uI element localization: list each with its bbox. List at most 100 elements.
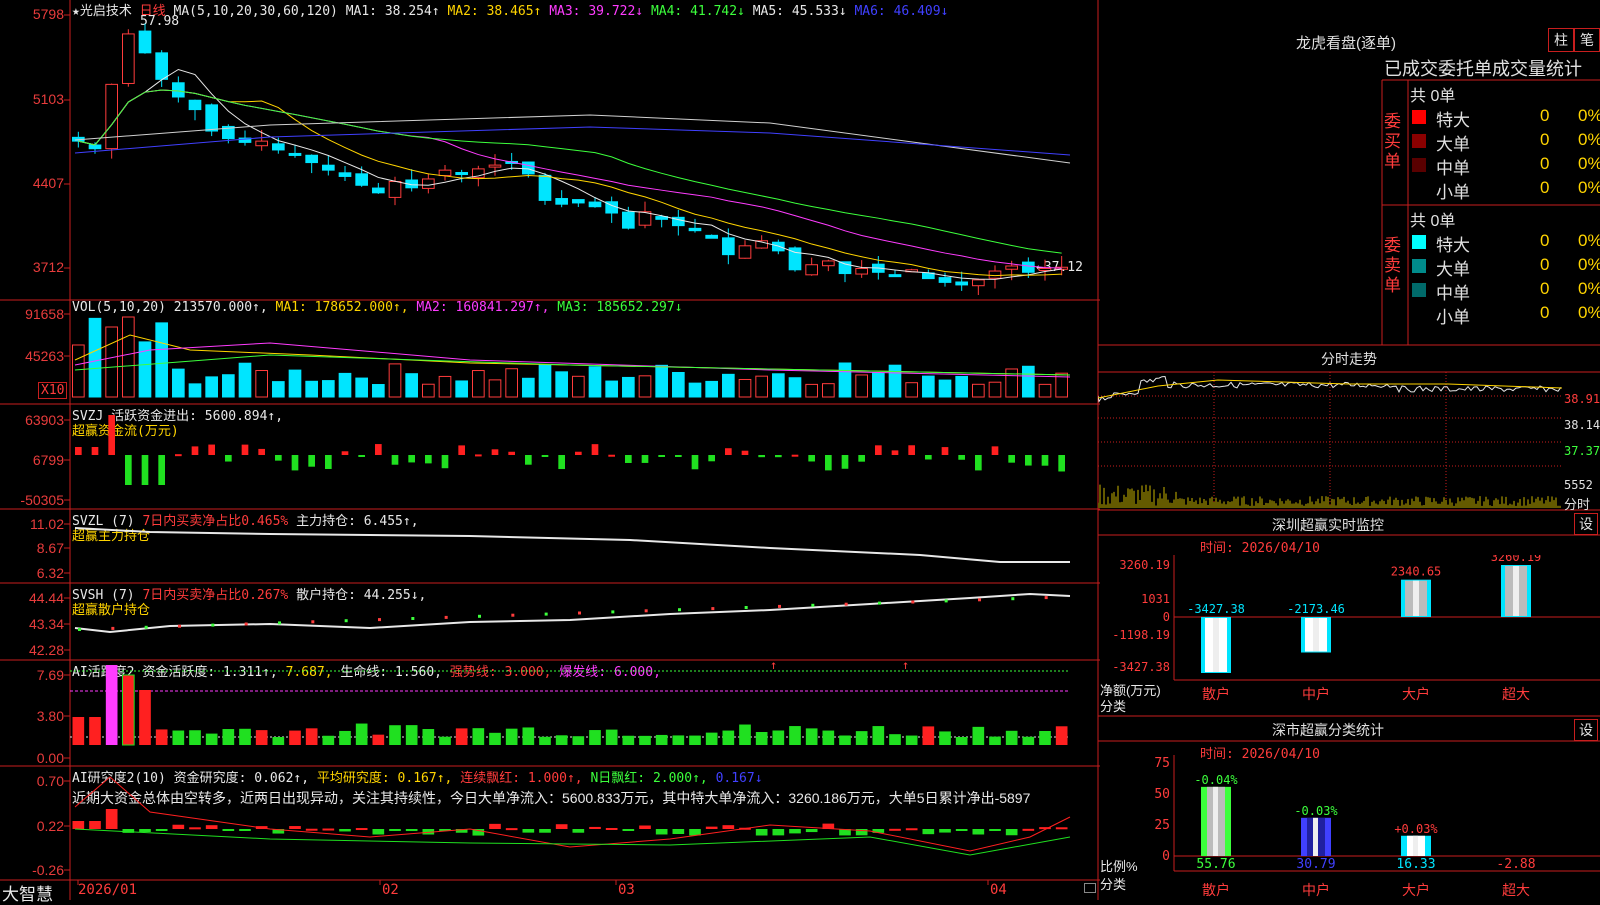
- retail-holding-dot: [478, 614, 481, 618]
- volume-bar: [888, 364, 902, 398]
- pen-mode-button[interactable]: 笔: [1574, 28, 1600, 52]
- activity-bar: [339, 730, 351, 745]
- activity-bar: [422, 729, 435, 745]
- candlestick-chart[interactable]: [70, 15, 1098, 295]
- buy-row-name: 小单: [1436, 183, 1470, 202]
- buy-row-name: 大单: [1436, 135, 1470, 154]
- volume-bar: [522, 377, 535, 398]
- retail-holding-dot: [378, 618, 381, 622]
- activity-bar: [922, 726, 935, 745]
- monitor-y-tick: 0: [1163, 610, 1170, 624]
- classify-category-label: 散户: [1202, 882, 1230, 899]
- volume-bar: [255, 370, 268, 398]
- activity-bar: [289, 730, 301, 745]
- volume-chart[interactable]: [70, 315, 1098, 400]
- candle-body: [288, 152, 302, 156]
- flow-bar: [808, 455, 815, 462]
- candle-body: [355, 173, 369, 186]
- flow-bar: [275, 455, 282, 461]
- flow-bar: [691, 455, 699, 470]
- activity-bar: [489, 732, 501, 745]
- volume-bar: [1005, 368, 1018, 398]
- retail-holding-dot: [844, 602, 848, 606]
- flow-bar: [591, 444, 599, 455]
- retail-holding-dot: [111, 626, 115, 630]
- classify-y-tick: 50: [1154, 787, 1170, 802]
- buy-row-name: 中单: [1436, 159, 1470, 178]
- research-bar: [772, 829, 785, 836]
- research-bar: [372, 829, 385, 835]
- classify-value-label: -2.88: [1496, 857, 1535, 872]
- buy-total: 共 0单: [1410, 88, 1456, 105]
- flow-bar: [825, 455, 832, 471]
- classify-bar-chart[interactable]: 75 50 25 0 -0.04% 55.76 散户 -0.03% 30.79 中户 +0.03% 1…: [1098, 755, 1600, 900]
- volume-bar: [655, 364, 668, 398]
- classify-value-label: 55.76: [1196, 857, 1235, 872]
- flow-bar: [791, 454, 799, 457]
- flow-bar: [75, 447, 82, 455]
- main-y-label-1: 5798: [32, 6, 64, 22]
- volume-bar: [405, 373, 419, 398]
- buy-row-pct: 0%: [1578, 154, 1600, 173]
- research-bar: [1022, 828, 1035, 831]
- monitor-settings-button[interactable]: 设: [1574, 513, 1598, 535]
- flow-bar: [608, 454, 615, 457]
- buy-row: 特大 0 0%: [1408, 106, 1600, 130]
- sell-row-pct: 0%: [1578, 255, 1600, 274]
- flow-bar: [425, 455, 432, 464]
- volume-bar: [105, 326, 118, 398]
- research-bar: [239, 829, 251, 831]
- classify-title: 深市超赢分类统计: [1272, 722, 1384, 738]
- research-bar: [605, 827, 618, 830]
- activity-bar: [122, 674, 135, 746]
- buy-row: 小单 0 0%: [1408, 178, 1600, 202]
- ai-research-chart[interactable]: [70, 767, 1098, 879]
- flow-bar: [1058, 455, 1065, 472]
- ai-activity-chart[interactable]: ↑ ↑: [70, 661, 1098, 765]
- lock-icon[interactable]: [1084, 883, 1096, 893]
- candle-body: [1038, 268, 1052, 272]
- research-green-line: [74, 828, 1071, 856]
- bar-mode-button[interactable]: 柱: [1548, 28, 1574, 52]
- activity-bar: [505, 728, 518, 745]
- volume-bar: [72, 344, 85, 398]
- research-bar: [705, 826, 718, 829]
- intraday-x-label: 分时: [1564, 497, 1591, 512]
- retail-holding-dot: [678, 608, 681, 612]
- main-holding-chart[interactable]: [70, 510, 1098, 582]
- flow-bar: [125, 455, 132, 485]
- flow-bar: [475, 454, 482, 457]
- activity-bar: [705, 732, 718, 745]
- vol-y-label-2: 45263: [25, 348, 64, 364]
- activity-bar: [372, 734, 385, 745]
- candle-body: [138, 30, 152, 54]
- classify-change-label: -0.04%: [1194, 773, 1238, 787]
- buy-row-count: 0: [1540, 178, 1550, 197]
- activity-bar: [439, 736, 451, 745]
- volume-bar: [738, 378, 752, 398]
- monitor-bar-chart[interactable]: 3260.19 1031 0 -1198.19 -3427.38 -3427.38 散户 -2…: [1098, 555, 1600, 715]
- monitor-value-label: 2340.65: [1391, 565, 1442, 579]
- sell-row: 大单 0 0%: [1408, 255, 1600, 279]
- classify-bar-highlight: [1213, 786, 1218, 856]
- intraday-chart[interactable]: [1098, 372, 1562, 509]
- sell-row-count: 0: [1540, 255, 1550, 274]
- flow-bar: [925, 455, 932, 460]
- candle-body: [172, 82, 185, 98]
- retail-holding-chart[interactable]: [70, 584, 1098, 659]
- x-axis-ticks: [77, 880, 989, 885]
- candle-body: [338, 172, 352, 177]
- flow-bar: [241, 444, 249, 455]
- flow-bar: [225, 455, 232, 462]
- flow-bar: [91, 447, 99, 455]
- classify-y-tick: 25: [1154, 818, 1170, 833]
- activity-bar: [1005, 730, 1018, 745]
- svzl-y-label-1: 11.02: [30, 516, 64, 532]
- volume-bar: [638, 375, 652, 398]
- capital-flow-chart[interactable]: [70, 405, 1098, 508]
- classify-settings-button[interactable]: 设: [1574, 719, 1598, 741]
- volume-bar: [788, 377, 802, 398]
- volume-bar: [505, 368, 519, 398]
- activity-bar: [739, 724, 751, 745]
- buy-row: 大单 0 0%: [1408, 130, 1600, 154]
